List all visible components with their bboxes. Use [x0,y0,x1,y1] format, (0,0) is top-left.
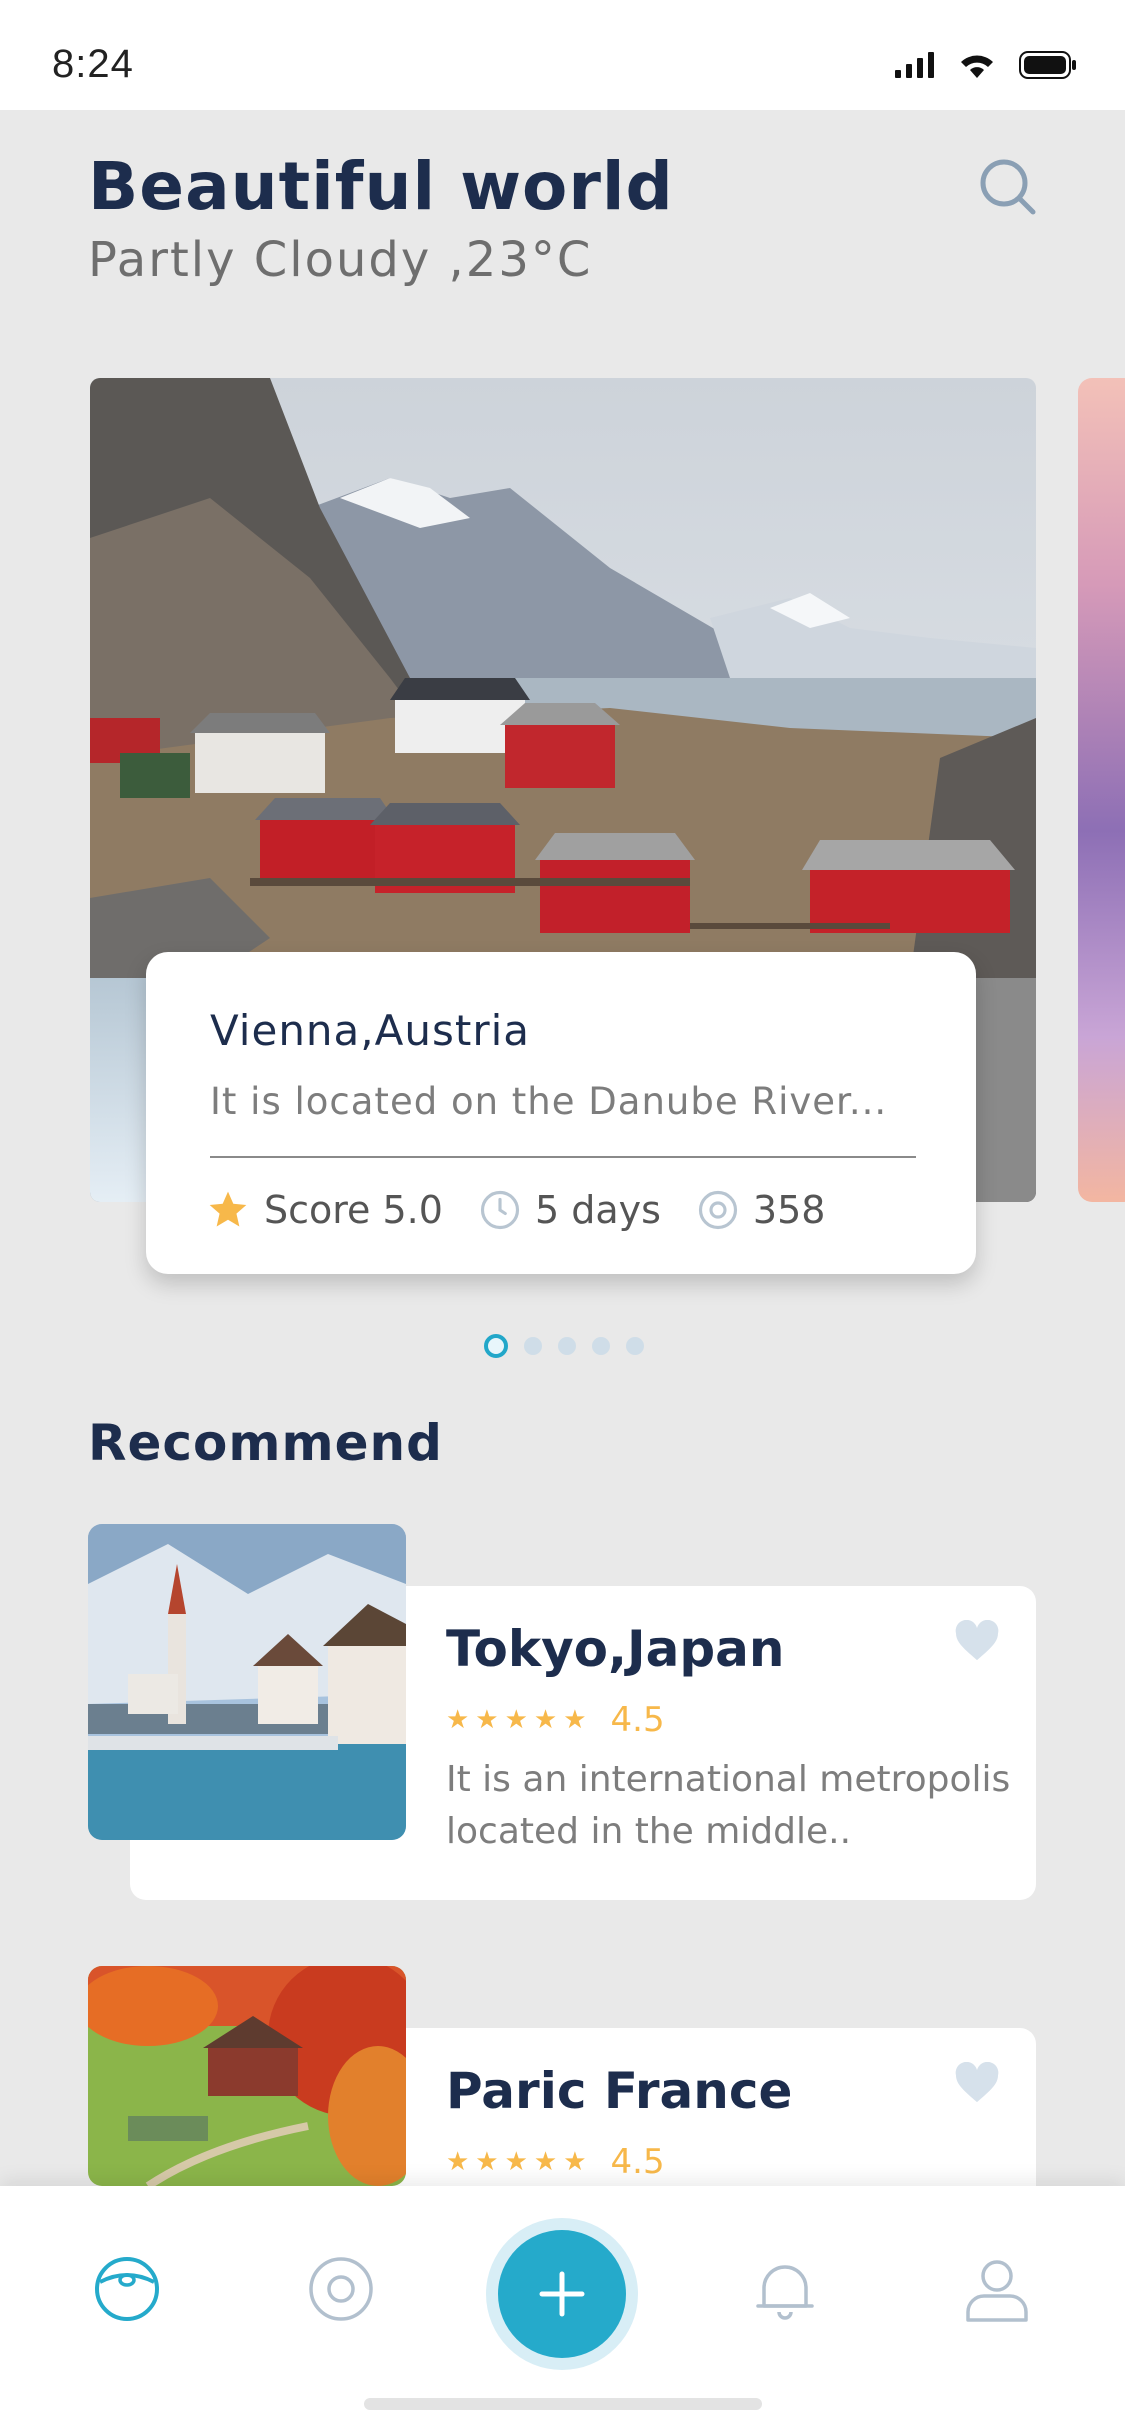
recommend-image-tokyo[interactable] [88,1524,406,1840]
rating-stars: ★★★★★ [446,1705,593,1735]
village-photo [88,1524,406,1840]
wifi-icon [961,55,993,78]
recommend-rating: ★★★★★ 4.5 [446,1700,665,1740]
status-bar: 8:24 [0,0,1125,110]
recommend-description: It is an international metropolis locate… [446,1754,1016,1858]
views-icon [698,1190,737,1230]
carousel-pagination [484,1334,644,1358]
weather-subtitle: Partly Cloudy ,23°C [88,232,593,288]
page-dot-5[interactable] [626,1337,644,1355]
next-card-preview[interactable] [1078,378,1125,1202]
bell-icon[interactable] [750,2254,820,2324]
page-dot-4[interactable] [592,1337,610,1355]
views-text: 358 [752,1188,826,1232]
clock-icon [480,1190,520,1230]
rating-value-2: 4.5 [610,2142,665,2182]
featured-info-card[interactable]: Vienna,Austria It is located on the Danu… [146,952,976,1274]
divider [210,1156,916,1158]
page-dot-3[interactable] [558,1337,576,1355]
explore-icon[interactable] [306,2254,376,2324]
views-item: 358 [697,1188,826,1232]
page-dot-1[interactable] [484,1334,508,1358]
battery-icon [1019,51,1076,79]
description-line-1: It is an international metropolis [446,1759,1011,1800]
profile-icon[interactable] [962,2254,1032,2324]
home-icon[interactable] [92,2254,162,2324]
rating-stars-2: ★★★★★ [446,2147,593,2177]
recommend-title: Tokyo,Japan [446,1620,785,1678]
status-icons [895,50,1077,80]
recommend-title-2: Paric France [446,2062,793,2120]
page-dot-2[interactable] [524,1337,542,1355]
featured-meta: Score 5.0 5 days 358 [206,1188,861,1232]
star-icon [209,1191,247,1227]
heart-icon[interactable] [954,1620,1000,1662]
featured-description: It is located on the Danube River... [210,1080,888,1123]
duration-text: 5 days [534,1188,661,1232]
rating-value: 4.5 [610,1700,665,1740]
add-button[interactable] [498,2230,626,2358]
signal-icon [895,52,934,78]
featured-title: Vienna,Austria [210,1006,531,1055]
home-indicator [364,2398,762,2410]
recommend-rating-2: ★★★★★ 4.5 [446,2142,665,2182]
page-title: Beautiful world [88,148,674,225]
score-item: Score 5.0 [206,1188,443,1232]
add-icon [539,2271,585,2317]
recommend-heading: Recommend [88,1414,443,1472]
search-icon[interactable] [978,157,1038,217]
autumn-farm-photo [88,1966,406,2186]
recommend-image-paris[interactable] [88,1966,406,2186]
duration-item: 5 days [479,1188,661,1232]
description-line-2: located in the middle.. [446,1811,852,1852]
status-time: 8:24 [52,42,134,86]
heart-icon-2[interactable] [954,2062,1000,2104]
score-text: Score 5.0 [264,1188,443,1232]
